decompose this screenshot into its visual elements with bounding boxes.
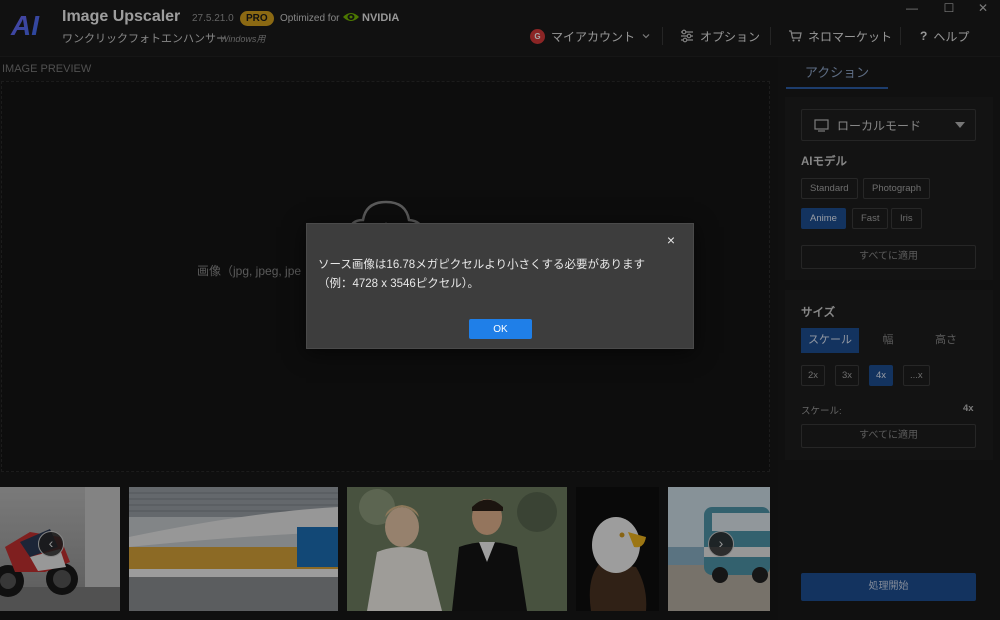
dialog-message-line2: （例：4728 x 3546ピクセル）。 [318,278,480,290]
dialog-ok-button[interactable]: OK [469,319,532,339]
dialog-message: ソース画像は16.78メガピクセルより小さくする必要があります （例：4728 … [318,256,684,294]
dialog-close-icon[interactable]: × [667,232,675,248]
dialog-message-line1: ソース画像は16.78メガピクセルより小さくする必要があります [318,259,645,271]
error-dialog: × ソース画像は16.78メガピクセルより小さくする必要があります （例：472… [306,223,694,349]
